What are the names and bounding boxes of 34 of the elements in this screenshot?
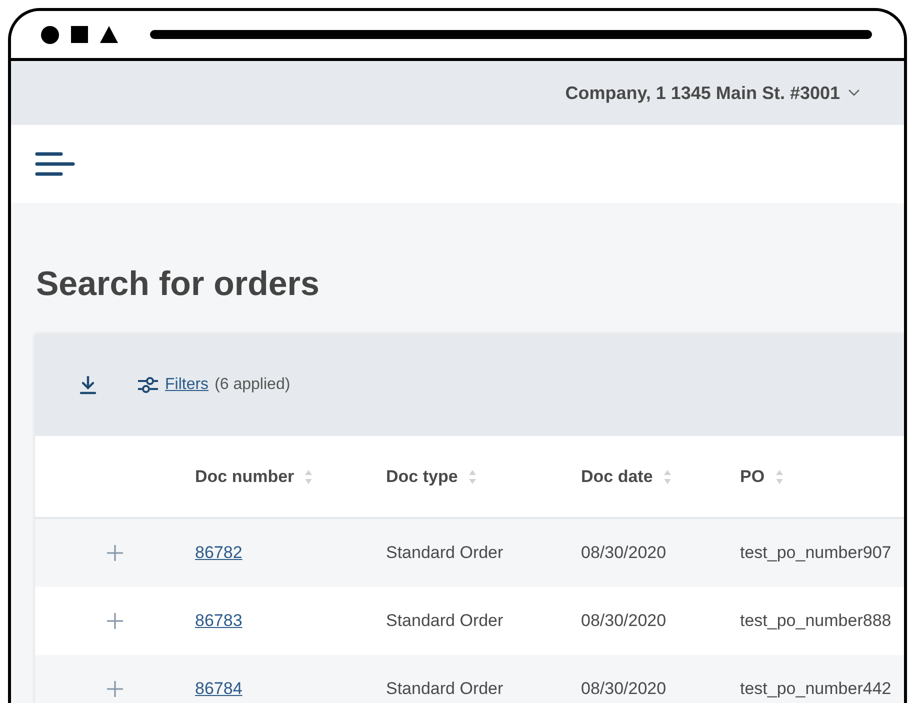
doc-number-link[interactable]: 86784	[195, 679, 242, 698]
doc-number-link[interactable]: 86783	[195, 611, 242, 630]
account-selector[interactable]: Company, 1 1345 Main St. #3001	[565, 80, 860, 106]
page-title: Search for orders	[36, 264, 320, 305]
doc-date-cell: 08/30/2020	[581, 679, 666, 698]
download-icon[interactable]	[79, 376, 97, 394]
column-header[interactable]: Doc number	[195, 464, 294, 490]
expand-icon[interactable]	[106, 612, 124, 630]
sort-icon[interactable]	[304, 468, 314, 484]
doc-type-cell: Standard Order	[386, 543, 504, 562]
chevron-icon	[848, 89, 860, 97]
menu-icon[interactable]	[35, 151, 75, 177]
doc-date-cell: 08/30/2020	[581, 543, 666, 562]
expand-icon[interactable]	[106, 544, 124, 562]
filters-count: (6 applied)	[214, 375, 290, 395]
circle-icon	[41, 26, 59, 44]
column-header[interactable]: Doc date	[581, 464, 653, 490]
triangle-icon	[100, 26, 118, 43]
doc-date-cell: 08/30/2020	[581, 611, 666, 630]
sort-icon[interactable]	[774, 468, 784, 484]
sort-icon[interactable]	[468, 468, 477, 484]
filters-link[interactable]: Filters	[165, 373, 209, 397]
sort-icon[interactable]	[662, 468, 672, 484]
column-header[interactable]: Doc type	[386, 464, 458, 490]
doc-type-cell: Standard Order	[386, 611, 504, 630]
doc-number-link[interactable]: 86782	[195, 543, 242, 562]
po-cell: test_po_number888	[740, 611, 892, 630]
doc-type-cell: Standard Order	[386, 679, 504, 698]
po-cell: test_po_number442	[740, 679, 892, 698]
po-cell: test_po_number907	[740, 543, 892, 562]
expand-icon[interactable]	[106, 680, 124, 698]
square-icon	[71, 26, 88, 43]
column-header[interactable]: PO	[740, 464, 765, 490]
filter-icon[interactable]	[137, 376, 159, 394]
